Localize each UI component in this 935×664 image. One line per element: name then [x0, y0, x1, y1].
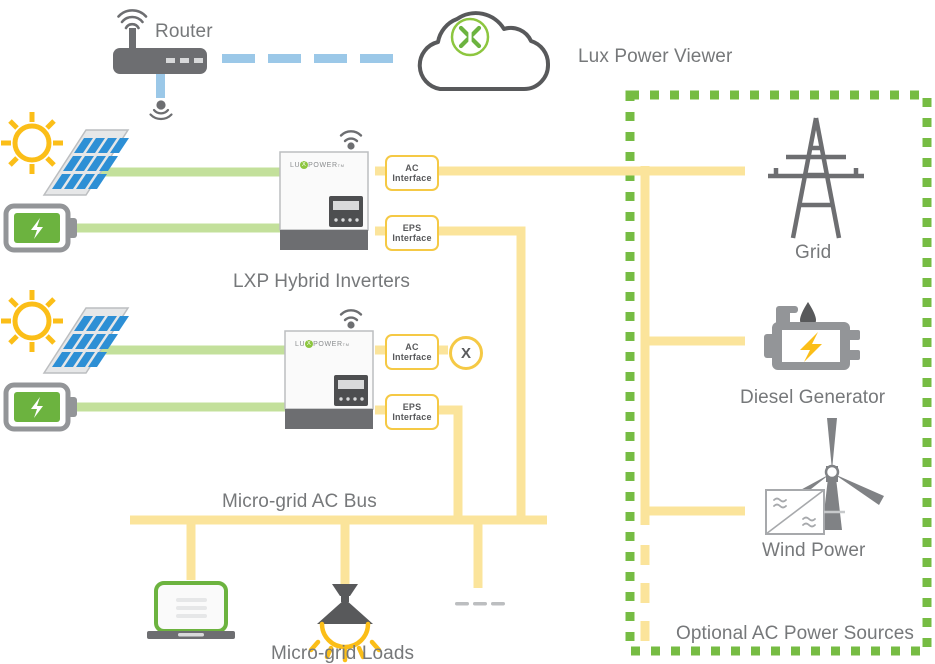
eps-interface-line1: EPS: [402, 222, 422, 233]
router-icon: [113, 9, 207, 74]
battery-icon: [3, 203, 77, 253]
wifi-dongle-icon: [149, 100, 173, 121]
wifi-icon: [117, 9, 148, 30]
luxpower-x-logo-icon: X: [305, 340, 314, 348]
inverters-caption: LXP Hybrid Inverters: [233, 271, 410, 292]
router-label: Router: [155, 21, 213, 42]
wind-power-label: Wind Power: [762, 540, 866, 561]
eps-interface-line2: Interface: [392, 233, 432, 243]
inverter-1-trademark: TM: [337, 162, 345, 168]
ac-disconnect-marker-icon: X: [449, 336, 483, 370]
inverter-1-wifi-icon: [339, 130, 363, 150]
cloud-label: Lux Power Viewer: [578, 46, 733, 67]
ac-interface-line2: Interface: [392, 173, 432, 183]
inverter-2-brand-text: LU: [295, 340, 306, 348]
eps-interface-badge-2[interactable]: EPS Interface: [385, 394, 439, 430]
eps-interface-line1: EPS: [402, 401, 422, 412]
net-dash-vertical: [156, 72, 165, 98]
inverter-1-brand: LU X POWER TM: [290, 161, 345, 169]
solar-panel-icon: [42, 129, 130, 196]
ac-interface-badge-2[interactable]: AC Interface: [385, 334, 439, 370]
inverter-2-wifi-icon: [339, 309, 363, 329]
ac-interface-badge-1[interactable]: AC Interface: [385, 155, 439, 191]
solar-panel-icon: [42, 307, 130, 374]
battery-icon: [3, 382, 77, 432]
ac-interface-line1: AC: [405, 341, 419, 352]
ac-interface-line2: Interface: [392, 352, 432, 362]
diagram-canvas: [1, 9, 932, 663]
net-dash: [314, 54, 347, 63]
eps-interface-badge-1[interactable]: EPS Interface: [385, 215, 439, 251]
sun-icon: [1, 290, 63, 352]
system-diagram: Router Lux Power Viewer LU X POWER TM LU…: [0, 0, 935, 664]
inverter-2-brand-text2: POWER: [313, 340, 343, 348]
diesel-generator-label: Diesel Generator: [740, 387, 886, 408]
microgrid-ac-bus-label: Micro-grid AC Bus: [222, 491, 377, 512]
inverter-2-trademark: TM: [342, 341, 350, 347]
net-dash: [360, 54, 393, 63]
diesel-generator-icon: [764, 302, 860, 370]
microgrid-loads-label: Micro-grid Loads: [271, 643, 415, 664]
optional-sources-label: Optional AC Power Sources: [676, 623, 915, 644]
sun-icon: [1, 112, 63, 174]
inverter-1-brand-text: LU: [290, 161, 301, 169]
eps-interface-line2: Interface: [392, 412, 432, 422]
laptop-icon: [147, 581, 235, 639]
transmission-tower-icon: [768, 117, 864, 239]
ac-interface-line1: AC: [405, 162, 419, 173]
inverter-1-brand-text2: POWER: [308, 161, 338, 169]
inverter-2-brand: LU X POWER TM: [295, 340, 350, 348]
net-dash: [222, 54, 255, 63]
grid-label: Grid: [795, 242, 832, 263]
ellipsis-dashes-icon: [455, 602, 505, 606]
optional-sources-dashed-box: [625, 90, 932, 656]
net-dash: [268, 54, 301, 63]
luxpower-x-logo-icon: X: [300, 161, 309, 169]
